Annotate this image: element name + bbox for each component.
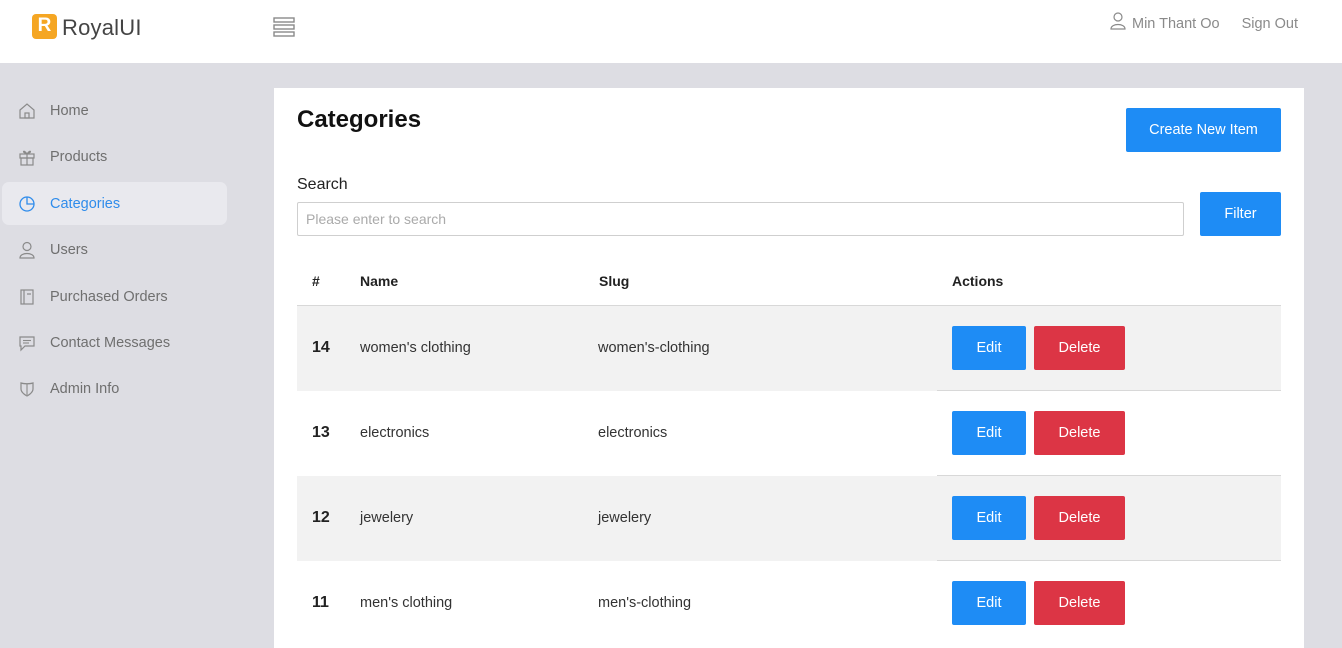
edit-button[interactable]: Edit xyxy=(952,581,1026,625)
row-name: electronics xyxy=(360,425,430,441)
column-header-name: Name xyxy=(360,273,399,289)
username[interactable]: Min Thant Oo xyxy=(1132,16,1220,32)
sidebar-item-users[interactable]: Users xyxy=(2,228,227,271)
book-icon xyxy=(20,288,34,305)
sign-out-link[interactable]: Sign Out xyxy=(1242,16,1298,32)
row-name: jewelery xyxy=(360,510,414,526)
table-row: 12 jewelery jewelery Edit Delete xyxy=(297,476,1281,561)
table-row: 11 men's clothing men's-clothing Edit De… xyxy=(297,561,1281,646)
sidebar-item-label: Admin Info xyxy=(50,380,120,397)
sidebar-item-contact-messages[interactable]: Contact Messages xyxy=(2,321,227,364)
edit-button[interactable]: Edit xyxy=(952,411,1026,455)
main-card: Categories Create New Item Search Filter… xyxy=(274,88,1304,648)
shield-icon xyxy=(20,381,34,397)
categories-table: # Name Slug Actions 14 women's clothing … xyxy=(297,260,1281,646)
search-label: Search xyxy=(297,176,348,193)
row-id: 13 xyxy=(312,424,330,441)
sidebar-item-admin-info[interactable]: Admin Info xyxy=(2,367,227,410)
user-icon xyxy=(1110,12,1126,30)
row-id: 11 xyxy=(312,594,329,611)
pie-chart-icon xyxy=(19,195,35,212)
page-title: Categories xyxy=(297,106,422,133)
sidebar-item-label: Users xyxy=(50,241,88,258)
gift-icon xyxy=(19,150,35,166)
user-menu: Min Thant Oo Sign Out xyxy=(1110,12,1298,34)
sidebar-item-purchased-orders[interactable]: Purchased Orders xyxy=(2,275,227,318)
row-id: 12 xyxy=(312,509,330,526)
column-header-id: # xyxy=(312,273,320,289)
delete-button[interactable]: Delete xyxy=(1034,326,1125,370)
brand-logo: R xyxy=(32,13,57,39)
menu-toggle-icon[interactable] xyxy=(272,15,296,39)
column-header-actions: Actions xyxy=(952,273,1004,289)
delete-button[interactable]: Delete xyxy=(1034,581,1125,625)
brand[interactable]: R RoyalUI xyxy=(32,13,142,43)
row-slug: jewelery xyxy=(598,510,652,526)
row-name: women's clothing xyxy=(360,340,471,356)
sidebar-item-label: Purchased Orders xyxy=(50,288,168,305)
sidebar-item-products[interactable]: Products xyxy=(2,135,227,178)
table-row: 13 electronics electronics Edit Delete xyxy=(297,391,1281,476)
sidebar-item-label: Contact Messages xyxy=(50,334,171,351)
delete-button[interactable]: Delete xyxy=(1034,411,1125,455)
brand-name: RoyalUI xyxy=(62,15,142,40)
sidebar: Home Products Categories Users Purchased… xyxy=(0,63,236,637)
sidebar-item-home[interactable]: Home xyxy=(2,89,227,132)
column-header-slug: Slug xyxy=(599,273,630,289)
row-id: 14 xyxy=(312,339,330,356)
delete-button[interactable]: Delete xyxy=(1034,496,1125,540)
row-slug: men's-clothing xyxy=(598,595,692,611)
table-row: 14 women's clothing women's-clothing Edi… xyxy=(297,306,1281,391)
sidebar-item-categories[interactable]: Categories xyxy=(2,182,227,225)
row-name: men's clothing xyxy=(360,595,453,611)
top-bar: R RoyalUI Min Thant Oo Sign Out xyxy=(0,0,1342,63)
sidebar-item-label: Categories xyxy=(50,195,121,212)
table-header: # Name Slug Actions xyxy=(297,260,1281,306)
create-new-item-button[interactable]: Create New Item xyxy=(1126,108,1281,152)
home-icon xyxy=(19,102,35,119)
sidebar-item-label: Home xyxy=(50,102,89,119)
message-icon xyxy=(19,335,35,351)
edit-button[interactable]: Edit xyxy=(952,326,1026,370)
search-input[interactable] xyxy=(297,202,1184,236)
filter-button[interactable]: Filter xyxy=(1200,192,1281,236)
row-slug: electronics xyxy=(598,425,668,441)
row-slug: women's-clothing xyxy=(598,340,710,356)
edit-button[interactable]: Edit xyxy=(952,496,1026,540)
user-icon xyxy=(19,241,35,259)
sidebar-item-label: Products xyxy=(50,148,108,165)
